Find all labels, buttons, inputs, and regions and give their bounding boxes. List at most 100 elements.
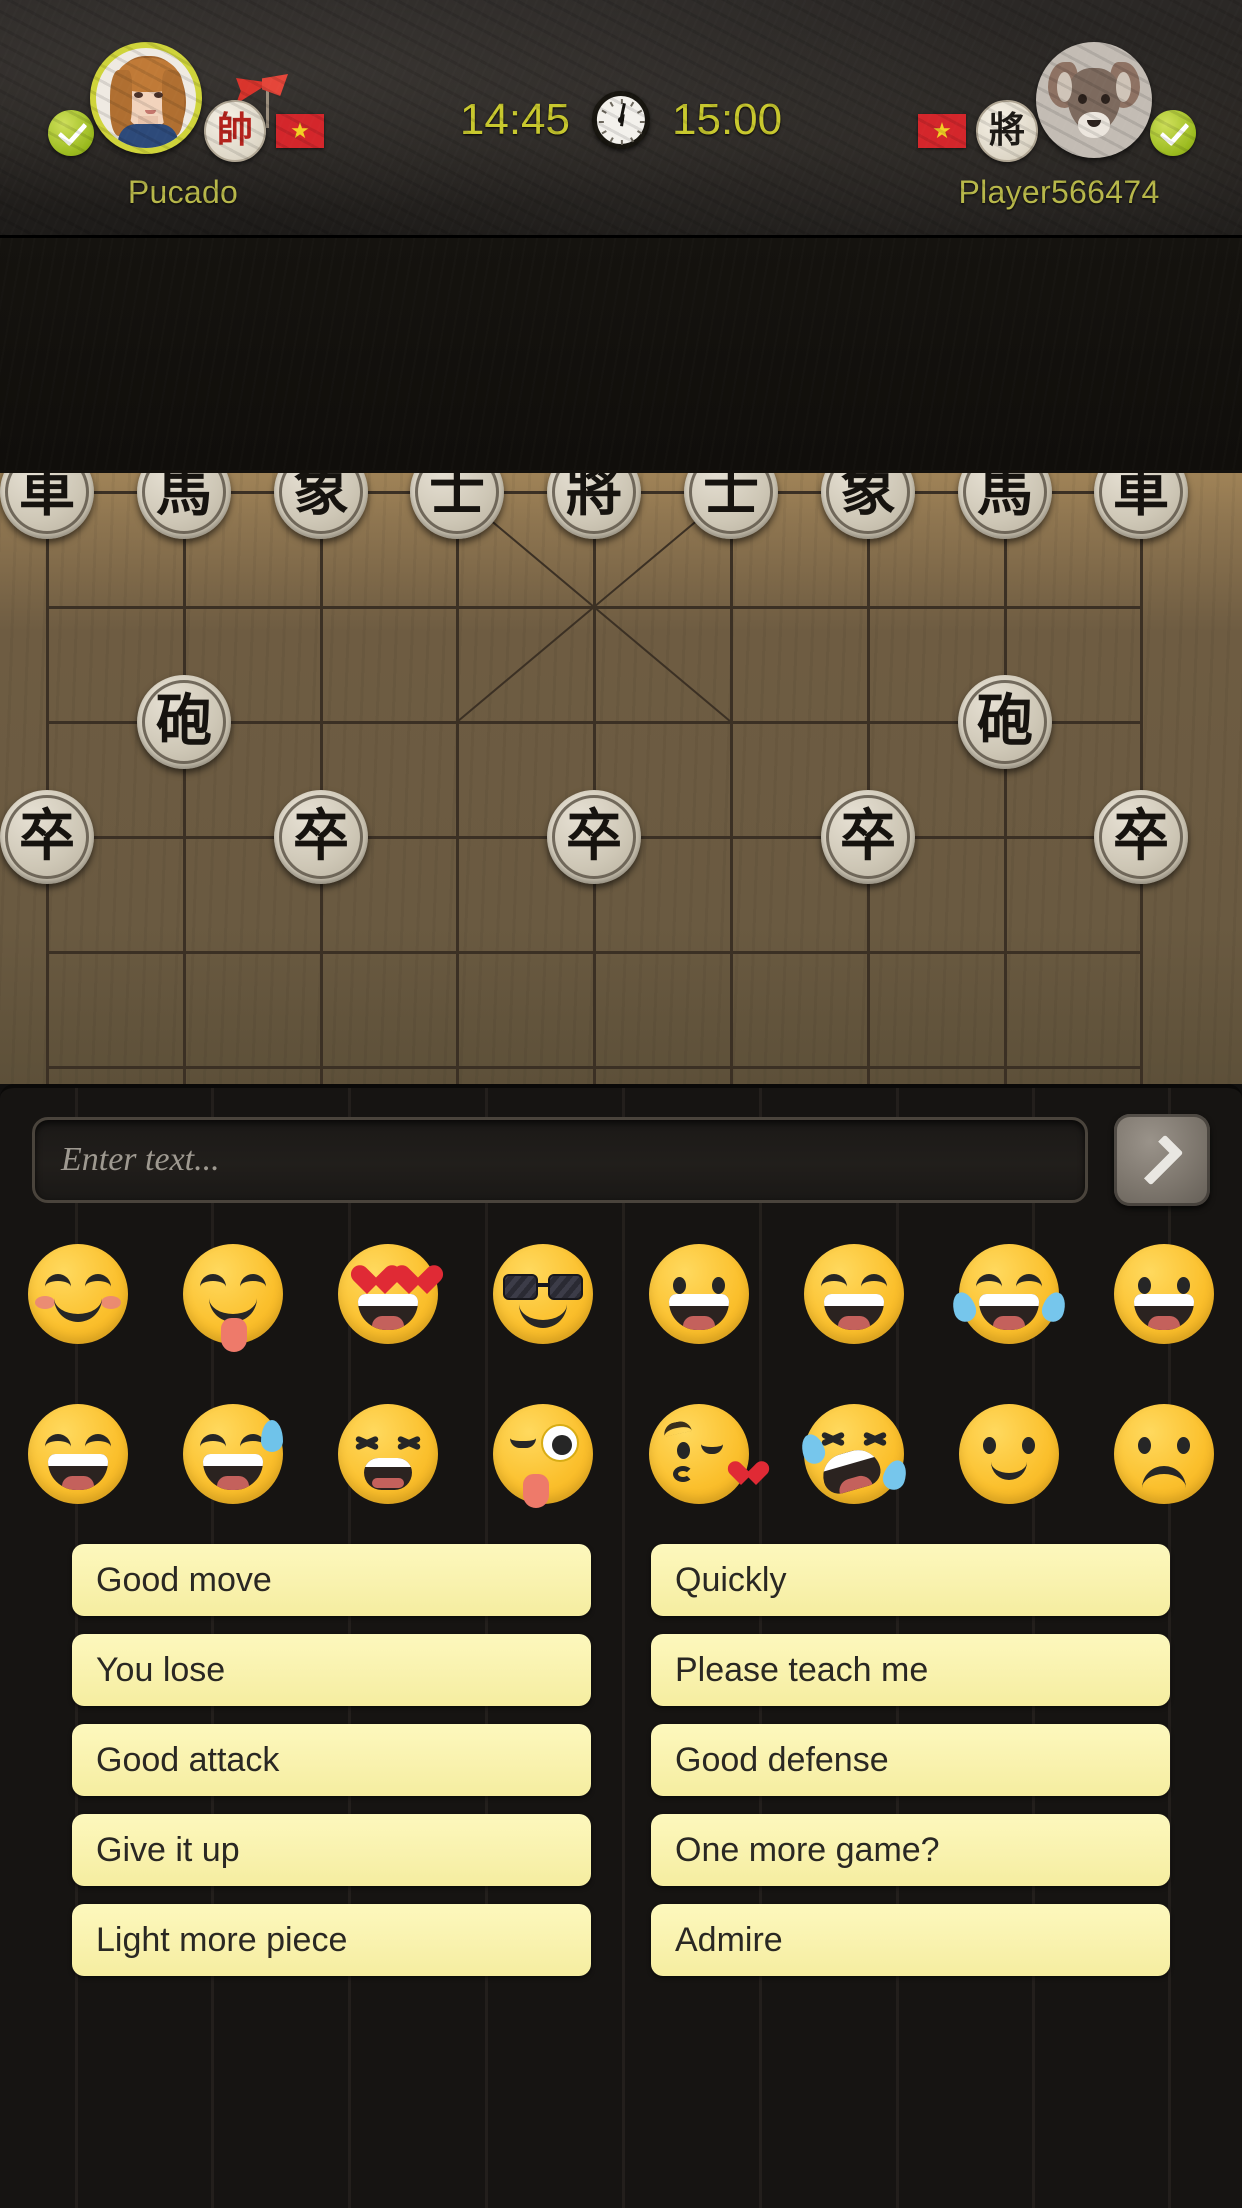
quick-message-row: Give it up One more game? bbox=[72, 1814, 1170, 1886]
quick-message-row: Good move Quickly bbox=[72, 1544, 1170, 1616]
yummy-tongue-emoji[interactable] bbox=[155, 1224, 310, 1364]
board-piece-glyph: 車 bbox=[1113, 470, 1169, 524]
board-piece[interactable]: 卒 bbox=[821, 790, 915, 884]
zany-wink-tongue-emoji[interactable] bbox=[466, 1384, 621, 1524]
chevron-right-icon bbox=[1132, 1134, 1184, 1186]
board-piece-glyph: 馬 bbox=[977, 470, 1033, 524]
slightly-smiling-face-emoji[interactable] bbox=[932, 1384, 1087, 1524]
board-piece-glyph: 士 bbox=[429, 470, 485, 524]
heart-eyes-emoji[interactable] bbox=[311, 1224, 466, 1364]
board-grid-line bbox=[46, 473, 49, 1084]
board-piece[interactable]: 砲 bbox=[958, 675, 1052, 769]
board-piece[interactable]: 馬 bbox=[958, 470, 1052, 539]
grinning-face-emoji[interactable] bbox=[621, 1224, 776, 1364]
chat-input-row: Enter text... bbox=[0, 1110, 1242, 1210]
quick-message-list: Good move Quickly You lose Please teach me G… bbox=[0, 1544, 1242, 1994]
player-name-right: Player566474 bbox=[958, 174, 1160, 210]
clock-left-time: 14:45 bbox=[459, 95, 570, 144]
board-piece-glyph: 卒 bbox=[1113, 804, 1169, 869]
avatar-right[interactable] bbox=[1036, 42, 1152, 158]
country-flag-right: ★ bbox=[918, 114, 966, 148]
flag-star-icon: ★ bbox=[932, 118, 952, 143]
quick-message-row: Good attack Good defense bbox=[72, 1724, 1170, 1796]
board-piece-glyph: 車 bbox=[19, 470, 75, 524]
board-piece[interactable]: 卒 bbox=[274, 790, 368, 884]
quick-message-row: You lose Please teach me bbox=[72, 1634, 1170, 1706]
quick-message-button[interactable]: Light more piece bbox=[72, 1904, 591, 1976]
player-right-panel[interactable]: 將 ★ Player566474 bbox=[884, 42, 1214, 212]
board-grid-line bbox=[1140, 473, 1143, 1084]
player-name-left: Pucado bbox=[127, 174, 239, 210]
quick-message-button[interactable]: One more game? bbox=[651, 1814, 1170, 1886]
side-badge-right: 將 bbox=[976, 100, 1038, 162]
board-piece-glyph: 砲 bbox=[977, 689, 1033, 754]
quick-message-button[interactable]: You lose bbox=[72, 1634, 591, 1706]
sweat-smile-emoji[interactable] bbox=[155, 1384, 310, 1524]
quick-message-button[interactable]: Good move bbox=[72, 1544, 591, 1616]
board-piece[interactable]: 卒 bbox=[0, 790, 94, 884]
board-grid-line bbox=[46, 1066, 1143, 1069]
board-piece[interactable]: 象 bbox=[821, 470, 915, 539]
grinning-big-eyes-emoji[interactable] bbox=[1087, 1224, 1242, 1364]
board-piece-glyph: 砲 bbox=[156, 689, 212, 754]
board-piece-glyph: 卒 bbox=[19, 804, 75, 869]
send-button[interactable] bbox=[1114, 1114, 1210, 1206]
board-piece[interactable]: 象 bbox=[274, 470, 368, 539]
quick-message-button[interactable]: Give it up bbox=[72, 1814, 591, 1886]
board-piece[interactable]: 士 bbox=[684, 473, 778, 539]
chat-input-placeholder: Enter text... bbox=[61, 1141, 220, 1178]
weary-tired-face-emoji[interactable] bbox=[311, 1384, 466, 1524]
board-piece-glyph: 象 bbox=[293, 470, 349, 524]
sunglasses-emoji[interactable] bbox=[466, 1224, 621, 1364]
board-piece[interactable]: 士 bbox=[410, 470, 504, 539]
board-piece-glyph: 象 bbox=[840, 470, 896, 524]
player-left-panel[interactable]: 帥 ★ Pucado bbox=[28, 42, 358, 212]
smiling-face-blush-emoji[interactable] bbox=[0, 1224, 155, 1364]
board-piece[interactable]: 砲 bbox=[137, 675, 231, 769]
flag-star-icon: ★ bbox=[290, 118, 310, 143]
avatar-left[interactable] bbox=[90, 42, 202, 154]
game-clock: 14:45 15:00 bbox=[460, 91, 782, 149]
beaming-face-emoji[interactable] bbox=[776, 1224, 931, 1364]
tears-of-joy-emoji[interactable] bbox=[932, 1224, 1087, 1364]
xiangqi-board[interactable]: 車 馬 象 士 將 士 象 馬 車砲 砲卒 卒 卒 卒 卒 bbox=[0, 470, 1242, 1084]
board-piece-glyph: 卒 bbox=[840, 804, 896, 869]
ready-check-icon-left bbox=[48, 110, 94, 156]
quick-message-button[interactable]: Good attack bbox=[72, 1724, 591, 1796]
chat-text-input[interactable]: Enter text... bbox=[32, 1117, 1088, 1203]
board-piece[interactable]: 車 bbox=[0, 470, 94, 539]
board-grid-line bbox=[320, 473, 323, 1084]
background-gap bbox=[0, 238, 1242, 470]
side-badge-left: 帥 bbox=[204, 100, 266, 162]
game-screen: 帥 ★ Pucado 14:45 15:00 將 ★ Player566474 … bbox=[0, 0, 1242, 2208]
board-piece[interactable]: 卒 bbox=[1094, 790, 1188, 884]
quick-message-row: Light more piece Admire bbox=[72, 1904, 1170, 1976]
board-piece[interactable]: 車 bbox=[1094, 470, 1188, 539]
board-piece-glyph: 馬 bbox=[156, 470, 212, 524]
quick-message-button[interactable]: Please teach me bbox=[651, 1634, 1170, 1706]
laughing-face-emoji[interactable] bbox=[0, 1384, 155, 1524]
frowning-face-emoji[interactable] bbox=[1087, 1384, 1242, 1524]
top-status-bar: 帥 ★ Pucado 14:45 15:00 將 ★ Player566474 bbox=[0, 0, 1242, 238]
quick-message-button[interactable]: Good defense bbox=[651, 1724, 1170, 1796]
quick-message-button[interactable]: Quickly bbox=[651, 1544, 1170, 1616]
rolling-on-floor-laughing-emoji[interactable] bbox=[776, 1384, 931, 1524]
kissing-heart-emoji[interactable] bbox=[621, 1384, 776, 1524]
clock-icon bbox=[592, 91, 650, 149]
board-piece[interactable]: 馬 bbox=[137, 470, 231, 539]
board-piece[interactable]: 卒 bbox=[547, 790, 641, 884]
girl-portrait-icon bbox=[96, 48, 196, 148]
board-grid-line bbox=[730, 473, 733, 1084]
board-piece-glyph: 卒 bbox=[293, 804, 349, 869]
emoji-row-2 bbox=[0, 1384, 1242, 1524]
ram-head-icon bbox=[1036, 42, 1152, 158]
board-grid-line bbox=[456, 473, 459, 1084]
board-grid-line bbox=[46, 951, 1143, 954]
clock-right-time: 15:00 bbox=[672, 95, 783, 144]
board-grid-line bbox=[593, 473, 596, 1084]
quick-message-button[interactable]: Admire bbox=[651, 1904, 1170, 1976]
emoji-row-1 bbox=[0, 1224, 1242, 1364]
board-piece[interactable]: 將 bbox=[547, 473, 641, 539]
board-grid-line bbox=[1004, 473, 1007, 1084]
chat-panel: 俥帥車 Enter text... Good moveQuicklyYou lo… bbox=[0, 1084, 1242, 2208]
